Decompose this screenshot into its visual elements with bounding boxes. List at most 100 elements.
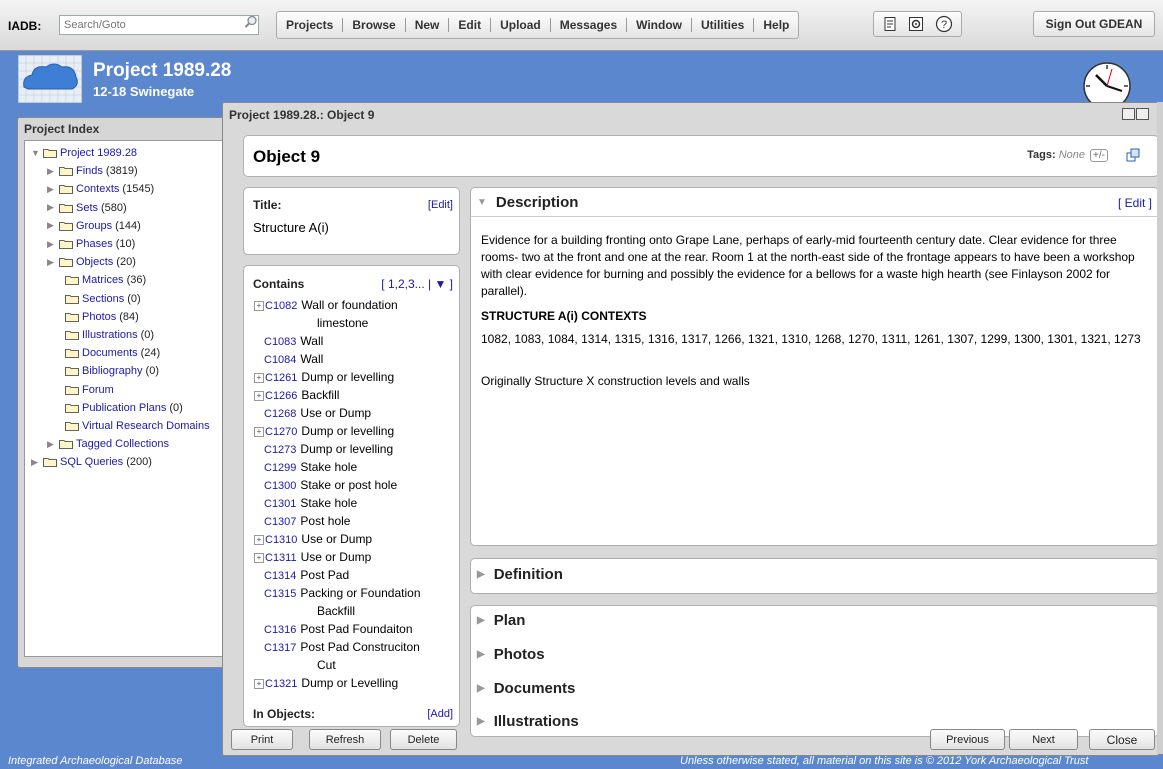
- context-code-link[interactable]: C1307: [264, 516, 296, 528]
- menu-edit[interactable]: Edit: [449, 18, 492, 32]
- context-code-link[interactable]: C1315: [264, 588, 296, 600]
- expand-plus-icon[interactable]: +: [254, 390, 264, 401]
- menu-window[interactable]: Window: [627, 18, 693, 32]
- expand-plus-icon[interactable]: +: [254, 426, 264, 437]
- help-icon[interactable]: ?: [935, 15, 953, 33]
- previous-button[interactable]: Previous: [930, 729, 1005, 750]
- context-code-link[interactable]: C1083: [264, 336, 296, 348]
- tree-item[interactable]: Illustrations (0): [63, 326, 154, 344]
- tree-item[interactable]: Matrices (36): [63, 271, 146, 289]
- tree-item[interactable]: Documents (24): [63, 344, 160, 362]
- context-code-link[interactable]: C1268: [264, 408, 296, 420]
- sign-out-button[interactable]: Sign Out GDEAN: [1033, 11, 1155, 37]
- delete-button[interactable]: Delete: [390, 729, 457, 750]
- tree-item[interactable]: ▶ SQL Queries (200): [31, 453, 152, 471]
- collapsed-triangle-icon[interactable]: ▶: [31, 457, 41, 468]
- menu-new[interactable]: New: [406, 18, 450, 32]
- expanded-triangle-icon[interactable]: ▼: [31, 148, 41, 158]
- description-edit-link[interactable]: [ Edit ]: [1118, 196, 1152, 210]
- contains-item[interactable]: C1084 Wall: [264, 352, 323, 366]
- context-code-link[interactable]: C1082: [265, 300, 297, 312]
- contains-item[interactable]: + C1310 Use or Dump: [254, 532, 372, 546]
- notes-icon[interactable]: [882, 16, 898, 32]
- context-code-link[interactable]: C1321: [265, 678, 297, 690]
- menu-help[interactable]: Help: [754, 18, 798, 32]
- context-code-link[interactable]: C1266: [265, 390, 297, 402]
- tree-item[interactable]: Publication Plans (0): [63, 399, 183, 417]
- contains-item[interactable]: + C1311 Use or Dump: [254, 550, 371, 564]
- menu-upload[interactable]: Upload: [491, 18, 551, 32]
- tree-item[interactable]: Forum: [63, 381, 114, 399]
- collapsed-triangle-icon[interactable]: ▶: [47, 239, 57, 250]
- tree-item[interactable]: Virtual Research Domains: [63, 417, 210, 435]
- contains-item[interactable]: C1300 Stake or post hole: [264, 478, 397, 492]
- tree-item[interactable]: ▶ Phases (10): [47, 235, 135, 253]
- collapsed-triangle-icon[interactable]: ▶: [47, 184, 57, 195]
- expand-plus-icon[interactable]: +: [254, 534, 264, 545]
- page-scrollbar[interactable]: [1157, 102, 1163, 754]
- tree-item[interactable]: ▶ Groups (144): [47, 217, 141, 235]
- context-code-link[interactable]: C1300: [264, 480, 296, 492]
- in-objects-add-link[interactable]: [Add]: [427, 708, 453, 720]
- tree-item[interactable]: ▶ Sets (580): [47, 199, 127, 217]
- contains-item[interactable]: + C1270 Dump or levelling: [254, 424, 394, 438]
- expand-plus-icon[interactable]: +: [254, 552, 264, 563]
- search-input[interactable]: [59, 15, 259, 35]
- contains-item[interactable]: + C1266 Backfill: [254, 388, 339, 402]
- context-code-link[interactable]: C1084: [264, 354, 296, 366]
- collapsed-triangle-icon[interactable]: ▶: [47, 166, 57, 177]
- context-code-link[interactable]: C1270: [265, 426, 297, 438]
- contains-item[interactable]: C1307 Post hole: [264, 514, 350, 528]
- contains-item[interactable]: + C1321 Dump or Levelling: [254, 676, 398, 690]
- collapsed-triangle-icon[interactable]: ▶: [47, 202, 57, 213]
- popout-icon[interactable]: [1126, 148, 1140, 162]
- contains-item[interactable]: C1299 Stake hole: [264, 460, 357, 474]
- contains-item[interactable]: C1083 Wall: [264, 334, 323, 348]
- refresh-button[interactable]: Refresh: [309, 729, 381, 750]
- tree-item[interactable]: Sections (0): [63, 290, 141, 308]
- search-icon[interactable]: [244, 15, 258, 29]
- description-header[interactable]: ▼ Description: [477, 194, 578, 211]
- restore-button[interactable]: [1136, 108, 1149, 120]
- context-code-link[interactable]: C1310: [265, 534, 297, 546]
- print-button[interactable]: Print: [231, 729, 293, 750]
- settings-icon[interactable]: [908, 16, 924, 32]
- menu-utilities[interactable]: Utilities: [692, 18, 755, 32]
- expand-plus-icon[interactable]: +: [254, 678, 264, 689]
- contains-item[interactable]: + C1082 Wall or foundation: [254, 298, 398, 312]
- close-button[interactable]: Close: [1089, 729, 1155, 750]
- context-code-link[interactable]: C1311: [265, 552, 297, 564]
- menu-browse[interactable]: Browse: [343, 18, 406, 32]
- contains-item[interactable]: C1314 Post Pad: [264, 568, 349, 582]
- menu-messages[interactable]: Messages: [551, 18, 628, 32]
- tree-item[interactable]: ▶ Objects (20): [47, 253, 136, 271]
- tree-item[interactable]: ▶ Contexts (1545): [47, 180, 154, 198]
- context-code-link[interactable]: C1273: [264, 444, 296, 456]
- title-edit-link[interactable]: [Edit]: [428, 199, 453, 211]
- collapsed-triangle-icon[interactable]: ▶: [47, 439, 57, 450]
- collapsed-triangle-icon[interactable]: ▶: [47, 257, 57, 268]
- contains-item[interactable]: C1315 Packing or Foundation: [264, 586, 421, 600]
- collapsed-triangle-icon[interactable]: ▶: [47, 220, 57, 231]
- tree-item[interactable]: ▶ Finds (3819): [47, 162, 138, 180]
- context-code-link[interactable]: C1314: [264, 570, 296, 582]
- contains-item[interactable]: C1301 Stake hole: [264, 496, 357, 510]
- contains-item[interactable]: + C1261 Dump or levelling: [254, 370, 394, 384]
- minimize-button[interactable]: [1122, 108, 1135, 120]
- contains-item[interactable]: C1273 Dump or levelling: [264, 442, 393, 456]
- context-code-link[interactable]: C1299: [264, 462, 296, 474]
- plan-header[interactable]: ▶ Plan: [477, 612, 525, 629]
- expand-plus-icon[interactable]: +: [254, 372, 264, 383]
- tree-item[interactable]: Bibliography (0): [63, 362, 159, 380]
- contains-item[interactable]: C1317 Post Pad Construciton: [264, 640, 420, 654]
- contains-item[interactable]: C1316 Post Pad Foundaiton: [264, 622, 413, 636]
- contains-paging[interactable]: [ 1,2,3... | ▼ ]: [381, 277, 453, 291]
- tree-item[interactable]: ▶ Tagged Collections: [47, 435, 169, 453]
- context-code-link[interactable]: C1317: [264, 642, 296, 654]
- next-button[interactable]: Next: [1009, 729, 1078, 750]
- photos-header[interactable]: ▶ Photos: [477, 646, 545, 663]
- definition-header[interactable]: ▶ Definition: [477, 566, 563, 583]
- menu-projects[interactable]: Projects: [277, 18, 344, 32]
- context-code-link[interactable]: C1261: [265, 372, 297, 384]
- edit-tags-button[interactable]: +/-: [1090, 149, 1108, 162]
